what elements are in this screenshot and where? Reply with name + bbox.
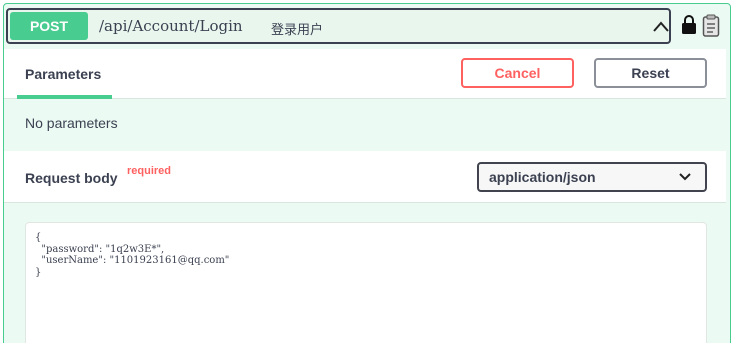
content-type-value: application/json <box>489 169 596 185</box>
chevron-up-icon[interactable] <box>652 18 670 36</box>
method-badge: POST <box>10 12 88 40</box>
json-line: "userName": "1101923161@qq.com" <box>35 255 230 266</box>
cancel-button[interactable]: Cancel <box>461 58 574 88</box>
json-line: } <box>35 266 42 278</box>
endpoint-path: /api/Account/Login <box>99 17 243 35</box>
json-line: { <box>35 232 42 243</box>
required-label: required <box>127 165 172 177</box>
lock-icon[interactable] <box>681 14 697 36</box>
chevron-down-icon <box>679 173 691 181</box>
request-body-editor[interactable]: { "password": "1q2w3E*", "userName": "11… <box>25 222 707 343</box>
no-parameters-text: No parameters <box>25 115 118 131</box>
json-line: "password": "1q2w3E*", <box>35 243 165 255</box>
reset-button[interactable]: Reset <box>594 58 707 88</box>
content-type-select[interactable]: application/json <box>477 162 707 192</box>
endpoint-description: 登录用户 <box>271 22 324 37</box>
clipboard-icon[interactable] <box>702 14 720 38</box>
parameters-header: Parameters Cancel Reset <box>4 49 726 99</box>
operation-summary[interactable]: POST /api/Account/Login 登录用户 <box>6 8 671 44</box>
tab-parameters[interactable]: Parameters <box>17 49 112 99</box>
request-body-label: Request body <box>25 170 118 186</box>
request-body-header: Request body required application/json <box>4 151 726 203</box>
